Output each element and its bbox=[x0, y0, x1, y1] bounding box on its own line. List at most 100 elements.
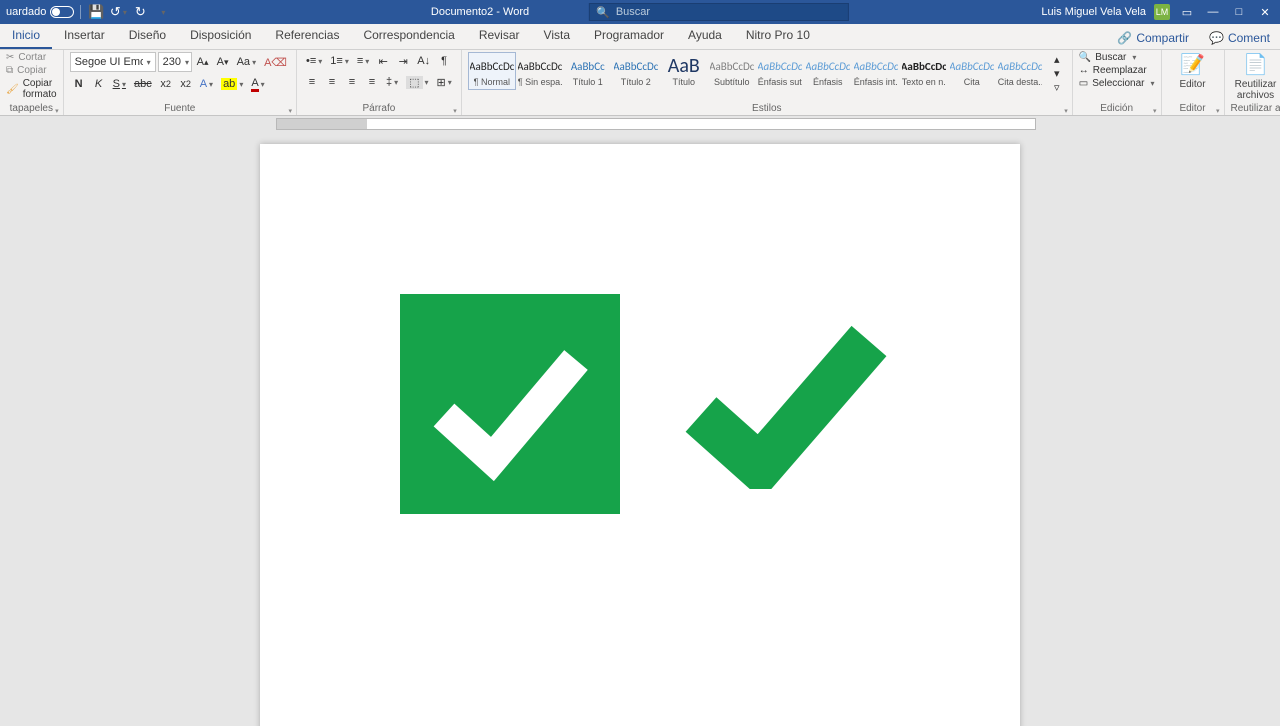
tab-revisar[interactable]: Revisar bbox=[467, 23, 532, 49]
comments-button[interactable]: 💬 Coment bbox=[1199, 27, 1280, 49]
style-cita[interactable]: AaBbCcDcCita bbox=[948, 52, 996, 90]
style-texto-en-n-[interactable]: AaBbCcDcTexto en n... bbox=[900, 52, 948, 90]
outdent-button[interactable]: ⇤ bbox=[374, 52, 392, 70]
style-t-tulo[interactable]: AaBTítulo bbox=[660, 52, 708, 90]
symbol-ballot-box-check[interactable] bbox=[390, 664, 630, 726]
page[interactable] bbox=[260, 144, 1020, 726]
styles-scroll-down[interactable]: ▾ bbox=[1048, 66, 1066, 80]
style--nfasis-int-[interactable]: AaBbCcDcÉnfasis int... bbox=[852, 52, 900, 90]
comments-label: Coment bbox=[1228, 31, 1270, 45]
tab-diseño[interactable]: Diseño bbox=[117, 23, 178, 49]
minimize-icon[interactable]: — bbox=[1204, 3, 1222, 21]
style--nfasis-sutil[interactable]: AaBbCcDcÉnfasis sutil bbox=[756, 52, 804, 90]
style-subt-tulo[interactable]: AaBbCcDcSubtítulo bbox=[708, 52, 756, 90]
redo-icon[interactable]: ↻ bbox=[131, 3, 149, 21]
styles-expand[interactable]: ▿ bbox=[1048, 80, 1066, 94]
borders-button[interactable]: ⊞▾ bbox=[434, 73, 455, 91]
format-painter-button[interactable]: 🖌 Copiar formato bbox=[6, 78, 57, 100]
tab-disposición[interactable]: Disposición bbox=[178, 23, 263, 49]
ribbon-display-icon[interactable]: ▭ bbox=[1178, 3, 1196, 21]
files-icon: 📄 bbox=[1243, 52, 1268, 77]
horizontal-ruler[interactable] bbox=[0, 116, 1280, 132]
tab-inicio[interactable]: Inicio bbox=[0, 23, 52, 49]
ribbon-tabs: InicioInsertarDiseñoDisposiciónReferenci… bbox=[0, 24, 1280, 50]
style--sin-espa-[interactable]: AaBbCcDc¶ Sin espa... bbox=[516, 52, 564, 90]
copy-icon: ⧉ bbox=[6, 65, 13, 76]
replace-button[interactable]: ↔ Reemplazar bbox=[1079, 65, 1155, 76]
shrink-font-button[interactable]: A▾ bbox=[214, 53, 232, 71]
justify-button[interactable]: ≡ bbox=[363, 73, 381, 91]
align-left-button[interactable]: ≡ bbox=[303, 73, 321, 91]
user-avatar[interactable]: LM bbox=[1154, 4, 1170, 20]
style-t-tulo-2[interactable]: AaBbCcDcTítulo 2 bbox=[612, 52, 660, 90]
cursor-icon: ▭ bbox=[1079, 78, 1088, 89]
sort-button[interactable]: A↓ bbox=[414, 52, 433, 70]
save-icon[interactable]: 💾 bbox=[87, 3, 105, 21]
style--normal[interactable]: AaBbCcDc¶ Normal bbox=[468, 52, 516, 90]
undo-icon[interactable]: ↺▾ bbox=[109, 3, 127, 21]
find-button[interactable]: 🔍 Buscar▾ bbox=[1079, 52, 1155, 63]
copy-button[interactable]: ⧉ Copiar bbox=[6, 65, 57, 76]
font-color-button[interactable]: A▾ bbox=[248, 75, 267, 93]
group-label-clipboard: tapapeles bbox=[6, 103, 57, 115]
share-button[interactable]: 🔗 Compartir bbox=[1107, 27, 1199, 49]
style-preview: AaBbCcDc bbox=[854, 55, 898, 77]
style-cita-desta-[interactable]: AaBbCcDcCita desta... bbox=[996, 52, 1044, 90]
font-name-combo[interactable]: Segoe UI Emoji▾ bbox=[70, 52, 156, 72]
autosave-toggle[interactable]: uardado bbox=[6, 6, 74, 18]
tab-insertar[interactable]: Insertar bbox=[52, 23, 117, 49]
style-preview: AaBbCcDc bbox=[614, 55, 658, 77]
line-spacing-button[interactable]: ‡▾ bbox=[383, 73, 401, 91]
style-t-tulo-1[interactable]: AaBbCcTítulo 1 bbox=[564, 52, 612, 90]
style-name-label: ¶ Normal bbox=[470, 77, 514, 87]
select-button[interactable]: ▭ Seleccionar▾ bbox=[1079, 78, 1155, 89]
search-input[interactable]: 🔍 Buscar bbox=[589, 3, 849, 21]
customize-qat-icon[interactable]: ▾ bbox=[153, 3, 171, 21]
toggle-icon bbox=[50, 6, 74, 18]
font-size-value: 230 bbox=[163, 56, 181, 68]
font-size-combo[interactable]: 230▾ bbox=[158, 52, 192, 72]
clear-format-button[interactable]: A⌫ bbox=[261, 53, 290, 71]
numbering-button[interactable]: 1≡▾ bbox=[327, 52, 352, 70]
tab-vista[interactable]: Vista bbox=[532, 23, 582, 49]
tab-nitro-pro-10[interactable]: Nitro Pro 10 bbox=[734, 23, 822, 49]
styles-gallery[interactable]: AaBbCcDc¶ NormalAaBbCcDc¶ Sin espa...AaB… bbox=[468, 52, 1044, 90]
highlight-button[interactable]: ab▾ bbox=[218, 75, 246, 93]
align-center-button[interactable]: ≡ bbox=[323, 73, 341, 91]
superscript-button[interactable]: x2 bbox=[177, 75, 195, 93]
document-area[interactable] bbox=[0, 132, 1280, 726]
italic-button[interactable]: K bbox=[90, 75, 108, 93]
cut-label: Cortar bbox=[18, 52, 46, 63]
tab-programador[interactable]: Programador bbox=[582, 23, 676, 49]
reuse-files-button[interactable]: 📄 Reutilizar archivos bbox=[1231, 52, 1280, 101]
change-case-button[interactable]: Aa▾ bbox=[234, 53, 259, 71]
indent-button[interactable]: ⇥ bbox=[394, 52, 412, 70]
subscript-button[interactable]: x2 bbox=[157, 75, 175, 93]
close-icon[interactable]: ✕ bbox=[1256, 3, 1274, 21]
symbol-checkbox-filled[interactable] bbox=[390, 204, 630, 604]
style--nfasis[interactable]: AaBbCcDcÉnfasis bbox=[804, 52, 852, 90]
shading-button[interactable]: ⬚▾ bbox=[403, 73, 431, 91]
show-marks-button[interactable]: ¶ bbox=[435, 52, 453, 70]
style-name-label: ¶ Sin espa... bbox=[518, 77, 562, 87]
bullets-button[interactable]: •≡▾ bbox=[303, 52, 325, 70]
grow-font-button[interactable]: A▴ bbox=[194, 53, 212, 71]
tab-ayuda[interactable]: Ayuda bbox=[676, 23, 734, 49]
underline-button[interactable]: S▾ bbox=[110, 75, 129, 93]
find-label: Buscar bbox=[1095, 52, 1126, 63]
align-right-button[interactable]: ≡ bbox=[343, 73, 361, 91]
text-effects-button[interactable]: A▾ bbox=[197, 75, 216, 93]
multilevel-button[interactable]: ≡▾ bbox=[354, 52, 372, 70]
tab-correspondencia[interactable]: Correspondencia bbox=[351, 23, 466, 49]
strikethrough-button[interactable]: abc bbox=[131, 75, 155, 93]
cut-button[interactable]: ✂ Cortar bbox=[6, 52, 57, 63]
tab-referencias[interactable]: Referencias bbox=[263, 23, 351, 49]
user-name[interactable]: Luis Miguel Vela Vela bbox=[1041, 6, 1146, 18]
comment-icon: 💬 bbox=[1209, 31, 1224, 45]
maximize-icon[interactable]: □ bbox=[1230, 3, 1248, 21]
symbol-check-heavy[interactable] bbox=[670, 204, 900, 604]
editor-button[interactable]: 📝 Editor bbox=[1168, 52, 1218, 90]
styles-scroll-up[interactable]: ▴ bbox=[1048, 52, 1066, 66]
bold-button[interactable]: N bbox=[70, 75, 88, 93]
symbol-check-light[interactable] bbox=[670, 664, 900, 726]
